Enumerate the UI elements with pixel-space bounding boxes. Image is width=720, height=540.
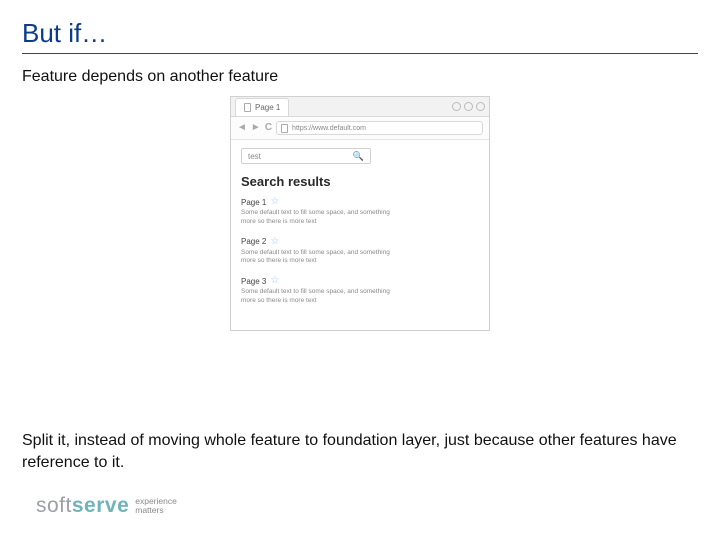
search-value: test <box>248 152 261 161</box>
url-text: https://www.default.com <box>292 125 366 132</box>
title-rule <box>22 53 698 54</box>
window-button[interactable] <box>452 102 461 111</box>
result-snippet: Some default text to fill some space, an… <box>241 288 391 306</box>
logo-wordmark: softserve <box>36 494 129 518</box>
page-icon <box>281 124 288 133</box>
window-controls <box>452 102 485 111</box>
result-title[interactable]: Page 2 <box>241 237 266 246</box>
star-icon[interactable]: ☆ <box>270 237 279 247</box>
search-input[interactable]: test 🔍 <box>241 148 371 164</box>
tab-bar: Page 1 <box>231 97 489 117</box>
slide-title: But if… <box>22 18 698 49</box>
window-button[interactable] <box>476 102 485 111</box>
result-snippet: Some default text to fill some space, an… <box>241 249 391 267</box>
search-result: Page 1 ☆ Some default text to fill some … <box>241 197 479 227</box>
search-result: Page 2 ☆ Some default text to fill some … <box>241 237 479 267</box>
logo-tagline: experience matters <box>135 497 177 515</box>
tab-label: Page 1 <box>255 103 280 112</box>
logo-part-soft: soft <box>36 494 72 517</box>
slide: But if… Feature depends on another featu… <box>0 0 720 540</box>
page-icon <box>244 103 251 112</box>
back-button[interactable]: ◄ <box>237 123 247 133</box>
logo-part-serve: serve <box>72 494 129 517</box>
slide-subtitle: Feature depends on another feature <box>22 68 698 86</box>
url-bar[interactable]: https://www.default.com <box>276 121 483 135</box>
result-snippet: Some default text to fill some space, an… <box>241 209 391 227</box>
nav-bar: ◄ ► C https://www.default.com <box>231 117 489 140</box>
result-title[interactable]: Page 3 <box>241 277 266 286</box>
browser-mockup-wrap: Page 1 ◄ ► C https://www.default.com <box>22 96 698 331</box>
forward-button[interactable]: ► <box>251 123 261 133</box>
slide-body-text: Split it, instead of moving whole featur… <box>22 430 698 473</box>
search-icon: 🔍 <box>353 151 364 162</box>
browser-tab[interactable]: Page 1 <box>235 98 289 116</box>
browser-window: Page 1 ◄ ► C https://www.default.com <box>230 96 490 331</box>
reload-button[interactable]: C <box>265 123 272 133</box>
star-icon[interactable]: ☆ <box>270 276 279 286</box>
star-icon[interactable]: ☆ <box>270 197 279 207</box>
page-content: test 🔍 Search results Page 1 ☆ Some defa… <box>231 140 489 330</box>
window-button[interactable] <box>464 102 473 111</box>
softserve-logo: softserve experience matters <box>36 494 177 518</box>
result-title[interactable]: Page 1 <box>241 198 266 207</box>
logo-tag-line2: matters <box>135 505 163 515</box>
search-result: Page 3 ☆ Some default text to fill some … <box>241 276 479 306</box>
results-heading: Search results <box>241 174 479 189</box>
